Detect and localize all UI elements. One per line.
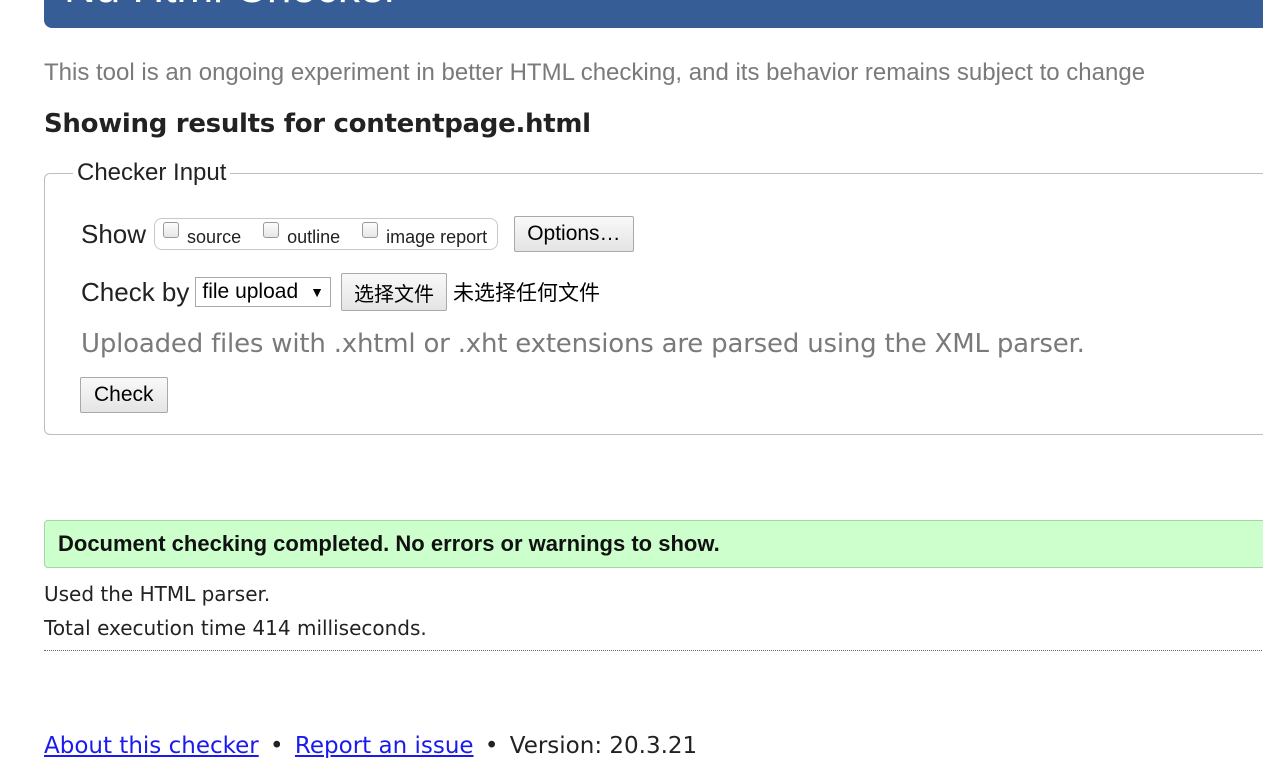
show-image-report-option[interactable]: image report bbox=[362, 222, 487, 248]
footer: About this checker • Report an issue • V… bbox=[44, 732, 697, 760]
checker-input-legend: Checker Input bbox=[73, 159, 231, 187]
image-report-checkbox[interactable] bbox=[362, 222, 379, 238]
check-by-row: Check by file upload ▼ 选择文件 未选择任何文件 bbox=[81, 273, 600, 311]
file-status-text: 未选择任何文件 bbox=[453, 281, 600, 305]
divider bbox=[44, 650, 1263, 651]
show-label: Show bbox=[81, 218, 147, 249]
check-by-select-value: file upload bbox=[202, 280, 299, 303]
version-text: Version: 20.3.21 bbox=[509, 733, 698, 759]
footer-bullet: • bbox=[484, 733, 499, 759]
parser-note: Used the HTML parser. bbox=[44, 582, 271, 606]
choose-file-button[interactable]: 选择文件 bbox=[341, 273, 447, 311]
show-source-option[interactable]: source bbox=[163, 222, 241, 248]
results-heading: Showing results for contentpage.html bbox=[44, 109, 591, 139]
check-by-select[interactable]: file upload ▼ bbox=[195, 277, 331, 307]
about-checker-link[interactable]: About this checker bbox=[44, 733, 259, 759]
image-report-checkbox-label[interactable]: image report bbox=[386, 227, 487, 248]
upload-hint: Uploaded files with .xhtml or .xht exten… bbox=[81, 329, 1085, 359]
source-checkbox[interactable] bbox=[163, 222, 180, 238]
execution-time: Total execution time 414 milliseconds. bbox=[44, 616, 427, 640]
success-message-box: Document checking completed. No errors o… bbox=[44, 520, 1263, 568]
checker-input-fieldset: Checker Input Show source outline image … bbox=[44, 159, 1263, 435]
outline-checkbox-label[interactable]: outline bbox=[287, 227, 340, 248]
page-title: Nu Html Checker bbox=[64, 0, 399, 14]
check-by-label: Check by bbox=[81, 276, 190, 307]
intro-text: This tool is an ongoing experiment in be… bbox=[44, 59, 1146, 86]
check-button[interactable]: Check bbox=[80, 377, 168, 413]
show-row: Show source outline image report Options… bbox=[81, 216, 634, 252]
dropdown-arrow-icon: ▼ bbox=[310, 284, 324, 300]
header-banner: Nu Html Checker bbox=[44, 0, 1263, 28]
footer-bullet: • bbox=[270, 733, 284, 759]
outline-checkbox[interactable] bbox=[263, 222, 280, 238]
source-checkbox-label[interactable]: source bbox=[187, 227, 241, 248]
success-message: Document checking completed. No errors o… bbox=[58, 531, 720, 556]
report-issue-link[interactable]: Report an issue bbox=[295, 733, 474, 759]
page: Nu Html Checker This tool is an ongoing … bbox=[0, 0, 1263, 781]
show-options-group: source outline image report bbox=[154, 218, 499, 250]
options-button[interactable]: Options… bbox=[514, 216, 634, 252]
show-outline-option[interactable]: outline bbox=[263, 222, 340, 248]
